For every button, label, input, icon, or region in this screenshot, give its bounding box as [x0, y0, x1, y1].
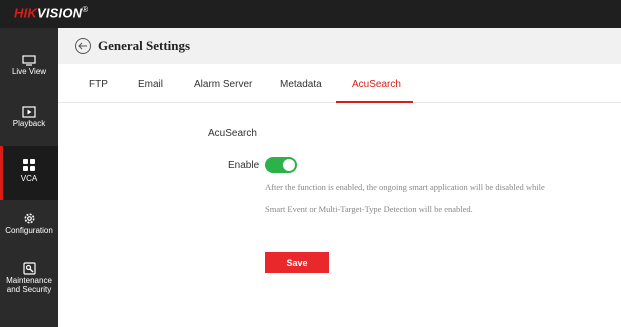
- tools-icon: [0, 260, 58, 276]
- enable-label: Enable: [228, 160, 260, 171]
- sidebar-item-playback[interactable]: Playback: [0, 98, 58, 148]
- grid-icon: [0, 157, 58, 173]
- page-header: General Settings: [58, 28, 621, 64]
- sidebar-item-maintenance[interactable]: Maintenance and Security: [0, 256, 58, 316]
- help-text-line-1: After the function is enabled, the ongoi…: [265, 182, 545, 192]
- play-icon: [0, 104, 58, 120]
- sidebar-item-label: VCA: [20, 174, 38, 183]
- tab-ftp[interactable]: FTP: [89, 79, 108, 90]
- active-tab-indicator: [336, 101, 413, 103]
- toggle-knob: [283, 159, 295, 171]
- sidebar-item-vca[interactable]: VCA: [0, 146, 58, 200]
- tab-bar: FTP Email Alarm Server Metadata AcuSearc…: [58, 64, 621, 103]
- tab-metadata[interactable]: Metadata: [280, 79, 322, 90]
- back-arrow-icon[interactable]: [75, 38, 91, 54]
- enable-toggle[interactable]: [265, 157, 297, 173]
- help-text-line-2: Smart Event or Multi-Target-Type Detecti…: [265, 204, 473, 214]
- tab-alarm-server[interactable]: Alarm Server: [194, 79, 252, 90]
- sidebar: Live View Playback VCA Configuration Mai…: [0, 28, 58, 327]
- tab-email[interactable]: Email: [138, 79, 163, 90]
- hikvision-logo: HIKVISION®: [14, 5, 89, 21]
- section-title: AcuSearch: [208, 128, 257, 139]
- sidebar-item-label: Playback: [12, 119, 46, 128]
- tab-acusearch[interactable]: AcuSearch: [352, 79, 401, 90]
- top-bar: HIKVISION®: [0, 0, 621, 28]
- gear-icon: [0, 210, 58, 226]
- sidebar-item-label: Maintenance: [6, 276, 52, 285]
- sidebar-item-configuration[interactable]: Configuration: [0, 204, 58, 254]
- monitor-icon: [0, 52, 58, 68]
- sidebar-item-label: Live View: [11, 67, 47, 76]
- sidebar-item-label: and Security: [6, 285, 52, 294]
- page-title: General Settings: [98, 38, 191, 53]
- save-button[interactable]: Save: [265, 252, 329, 273]
- sidebar-item-live-view[interactable]: Live View: [0, 46, 58, 96]
- sidebar-item-label: Configuration: [5, 226, 53, 235]
